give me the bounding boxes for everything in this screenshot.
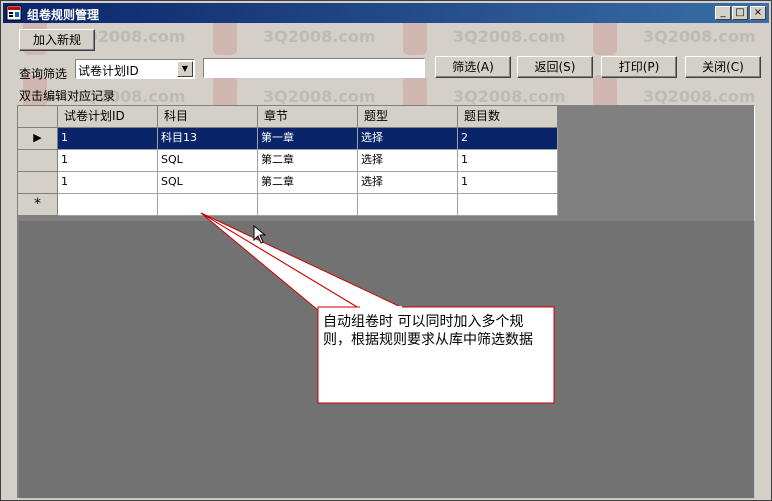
maximize-button[interactable]: □ bbox=[732, 6, 748, 20]
main-window: 组卷规则管理 _ □ × 3Q2008.com 3Q2008.com 3Q2008.… bbox=[0, 0, 772, 501]
app-icon bbox=[6, 5, 22, 21]
minimize-button[interactable]: _ bbox=[715, 6, 731, 20]
mouse-pointer-icon bbox=[253, 225, 267, 244]
client-area: 3Q2008.com 3Q2008.com 3Q2008.com 3Q2008.com… bbox=[3, 23, 769, 499]
callout-text: 自动组卷时 可以同时加入多个规则，根据规则要求从库中筛选数据 bbox=[323, 314, 533, 348]
title-bar[interactable]: 组卷规则管理 _ □ × bbox=[3, 3, 769, 23]
window-title: 组卷规则管理 bbox=[27, 8, 100, 22]
close-window-button[interactable]: × bbox=[750, 6, 766, 20]
callout-balloon bbox=[200, 212, 555, 404]
